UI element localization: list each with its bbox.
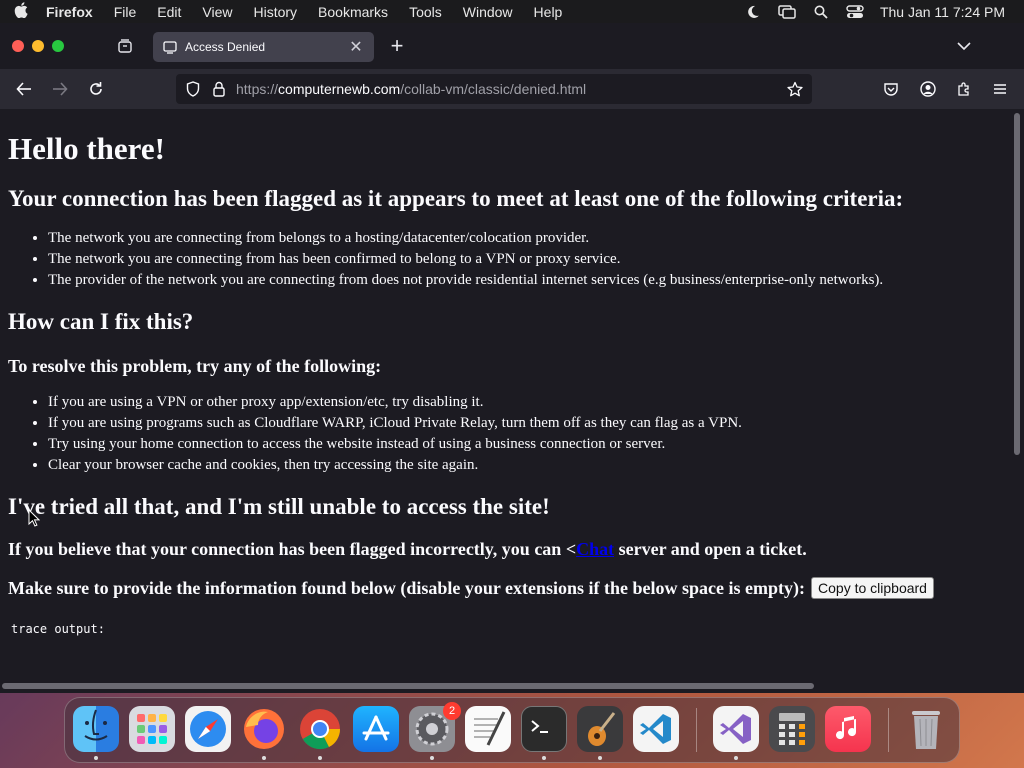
- criteria-list: The network you are connecting from belo…: [8, 228, 1002, 291]
- music-icon[interactable]: [825, 706, 871, 752]
- account-icon[interactable]: [917, 78, 939, 100]
- tab-bar: Access Denied ✕ +: [0, 23, 1024, 69]
- tab-title: Access Denied: [185, 40, 266, 54]
- reload-icon[interactable]: [85, 78, 107, 100]
- moon-icon[interactable]: [744, 4, 762, 20]
- list-item: Clear your browser cache and cookies, th…: [48, 455, 1002, 476]
- menu-help[interactable]: Help: [534, 4, 563, 20]
- visual-studio-running-dot: [734, 756, 738, 760]
- flagged-incorrectly-text: If you believe that your connection has …: [8, 538, 1002, 560]
- fixes-list: If you are using a VPN or other proxy ap…: [8, 392, 1002, 476]
- list-item: Try using your home connection to access…: [48, 434, 1002, 455]
- chat-link[interactable]: Chat: [576, 539, 614, 559]
- trace-output-label: trace output:: [11, 622, 105, 636]
- lock-icon[interactable]: [210, 80, 228, 98]
- menu-bookmarks[interactable]: Bookmarks: [318, 4, 388, 20]
- menu-history[interactable]: History: [253, 4, 297, 20]
- list-item: The provider of the network you are conn…: [48, 270, 1002, 291]
- firefox-view-icon[interactable]: [114, 35, 136, 57]
- url-path: /collab-vm/classic/denied.html: [400, 81, 587, 97]
- system-settings-icon[interactable]: 2: [409, 702, 461, 752]
- info-text: Make sure to provide the information fou…: [8, 578, 806, 598]
- flagged-text-before: If you believe that your connection has …: [8, 539, 577, 559]
- tab-access-denied[interactable]: Access Denied ✕: [153, 32, 374, 62]
- dock-separator: [696, 708, 697, 752]
- criteria-heading: Your connection has been flagged as it a…: [8, 186, 904, 211]
- menu-tools[interactable]: Tools: [409, 4, 442, 20]
- url-text[interactable]: https://computernewb.com/collab-vm/class…: [236, 81, 786, 97]
- list-all-tabs-icon[interactable]: [954, 36, 974, 56]
- menu-view[interactable]: View: [202, 4, 232, 20]
- vscode-icon[interactable]: [633, 706, 679, 752]
- minimize-window-button[interactable]: [32, 40, 44, 52]
- list-item: The network you are connecting from has …: [48, 249, 1002, 270]
- calculator-icon[interactable]: [769, 706, 815, 752]
- garageband-icon[interactable]: [577, 706, 623, 752]
- extensions-icon[interactable]: [953, 78, 975, 100]
- menu-firefox[interactable]: Firefox: [46, 4, 93, 20]
- menu-clock[interactable]: Thu Jan 11 7:24 PM: [880, 4, 1005, 20]
- flagged-text-after: server and open a ticket.: [614, 539, 807, 559]
- chrome-running-dot: [318, 756, 322, 760]
- tried-heading: I've tried all that, and I'm still unabl…: [8, 494, 550, 519]
- navigation-toolbar: https://computernewb.com/collab-vm/class…: [0, 69, 1024, 109]
- settings-notification-badge: 2: [443, 702, 461, 720]
- vertical-scrollbar[interactable]: [1010, 109, 1024, 679]
- site-favicon-icon: [163, 40, 177, 54]
- menu-edit[interactable]: Edit: [157, 4, 181, 20]
- tab-close-icon[interactable]: ✕: [348, 37, 364, 57]
- menu-file[interactable]: File: [114, 4, 137, 20]
- chrome-icon[interactable]: [297, 706, 343, 752]
- app-menu-icon[interactable]: [989, 78, 1011, 100]
- page-title: Hello there!: [8, 131, 165, 166]
- url-host: computernewb.com: [278, 81, 401, 97]
- browser-window: Access Denied ✕ + https://computernewb.c…: [0, 23, 1024, 693]
- list-item: If you are using a VPN or other proxy ap…: [48, 392, 1002, 413]
- bookmark-star-icon[interactable]: [786, 80, 804, 98]
- menu-window[interactable]: Window: [463, 4, 513, 20]
- resolve-heading: To resolve this problem, try any of the …: [8, 356, 382, 376]
- mouse-cursor-icon: [28, 508, 41, 532]
- launchpad-icon[interactable]: [129, 706, 175, 752]
- dock-separator: [888, 708, 889, 752]
- settings-running-dot: [430, 756, 434, 760]
- firefox-icon[interactable]: [241, 706, 287, 752]
- spotlight-search-icon[interactable]: [812, 4, 830, 20]
- screen-mirroring-icon[interactable]: [778, 4, 796, 20]
- fix-heading: How can I fix this?: [8, 309, 194, 334]
- firefox-running-dot: [262, 756, 266, 760]
- vertical-scrollbar-thumb[interactable]: [1014, 113, 1020, 455]
- tracking-protection-shield-icon[interactable]: [184, 80, 202, 98]
- list-item: The network you are connecting from belo…: [48, 228, 1002, 249]
- textedit-icon[interactable]: [465, 706, 511, 752]
- dock: 2: [64, 697, 960, 763]
- terminal-icon[interactable]: [521, 706, 567, 752]
- apple-menu-icon[interactable]: [10, 1, 32, 22]
- forward-icon[interactable]: [49, 78, 71, 100]
- finder-running-dot: [94, 756, 98, 760]
- garageband-running-dot: [598, 756, 602, 760]
- list-item: If you are using programs such as Cloudf…: [48, 413, 1002, 434]
- app-store-icon[interactable]: [353, 706, 399, 752]
- horizontal-scrollbar[interactable]: [0, 679, 1024, 693]
- back-icon[interactable]: [13, 78, 35, 100]
- finder-icon[interactable]: [73, 706, 119, 752]
- control-center-icon[interactable]: [846, 4, 864, 20]
- close-window-button[interactable]: [12, 40, 24, 52]
- address-bar[interactable]: https://computernewb.com/collab-vm/class…: [176, 74, 812, 104]
- page-content: Hello there! Your connection has been fl…: [0, 109, 1010, 679]
- copy-to-clipboard-button[interactable]: Copy to clipboard: [811, 577, 934, 599]
- info-heading: Make sure to provide the information fou…: [8, 577, 1002, 599]
- safari-icon[interactable]: [185, 706, 231, 752]
- new-tab-icon[interactable]: +: [386, 35, 408, 57]
- pocket-icon[interactable]: [880, 78, 902, 100]
- menu-bar: Firefox File Edit View History Bookmarks…: [0, 0, 1024, 23]
- url-scheme: https://: [236, 81, 279, 97]
- terminal-running-dot: [542, 756, 546, 760]
- visual-studio-icon[interactable]: [713, 706, 759, 752]
- horizontal-scrollbar-thumb[interactable]: [2, 683, 814, 689]
- trash-icon[interactable]: [903, 706, 949, 752]
- zoom-window-button[interactable]: [52, 40, 64, 52]
